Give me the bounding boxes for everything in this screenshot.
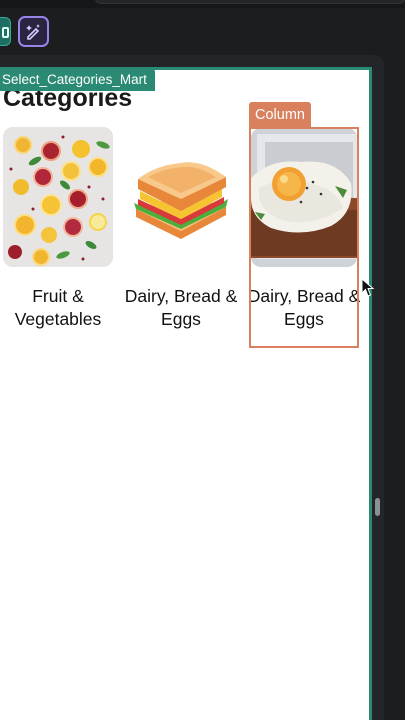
top-bar: [0, 0, 405, 8]
sparkle-pen-icon: [26, 24, 40, 40]
component-tool-button[interactable]: [0, 17, 11, 46]
scrollbar-thumb[interactable]: [375, 498, 380, 516]
category-label: Dairy, Bread & Eggs: [124, 286, 238, 329]
component-name-tag[interactable]: Select_Categories_Mart: [0, 68, 155, 91]
ai-tool-button[interactable]: [18, 16, 49, 47]
selection-type-tag[interactable]: Column: [249, 102, 311, 128]
page-icon: [2, 27, 9, 38]
citrus-fruits-image: [3, 127, 113, 267]
category-label: Fruit & Vegetables: [14, 286, 102, 329]
category-label: Dairy, Bread & Eggs: [247, 286, 361, 329]
top-bar-pill: [95, 0, 405, 4]
egg-toast-image: [251, 128, 357, 267]
category-image-fruit[interactable]: [3, 127, 113, 267]
category-image-sandwich[interactable]: [126, 127, 236, 267]
category-image-egg-toast[interactable]: [251, 128, 357, 267]
sandwich-image: [126, 127, 236, 267]
mouse-cursor-icon: [361, 278, 375, 297]
